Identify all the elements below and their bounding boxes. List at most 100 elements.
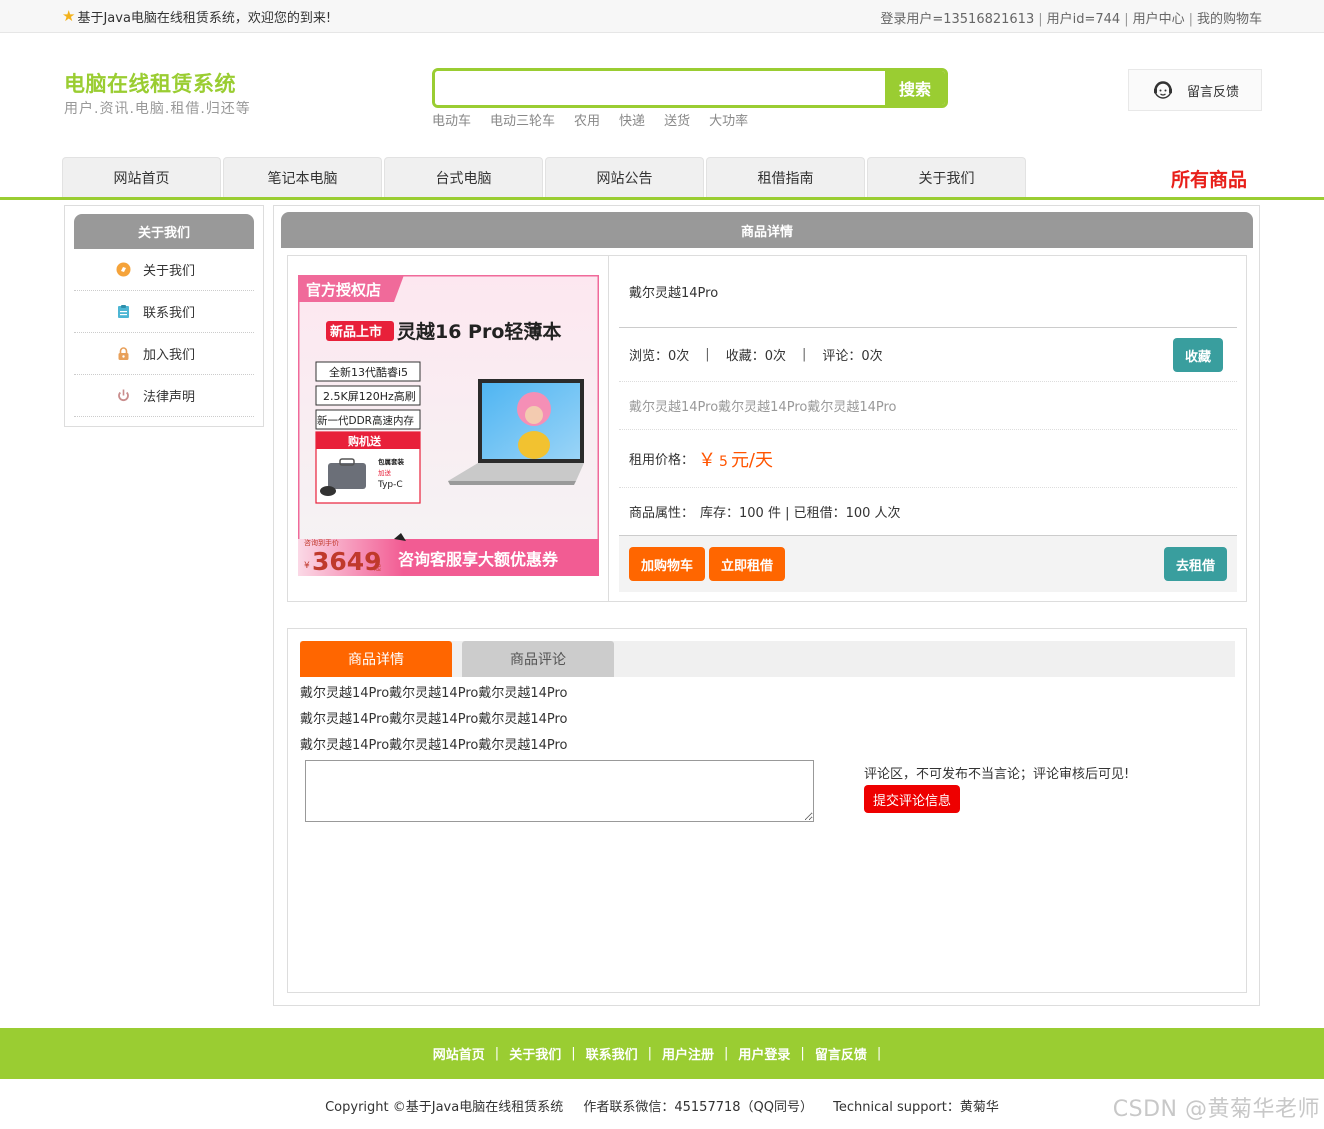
image-gift-text: 加送 bbox=[378, 468, 392, 477]
product-actions-row: 加购物车 立即租借 去租借 bbox=[619, 536, 1237, 592]
hot-tag[interactable]: 农用 bbox=[574, 110, 600, 129]
submit-comment-button[interactable]: 提交评论信息 bbox=[864, 785, 961, 813]
search-button[interactable]: 搜索 bbox=[885, 71, 945, 105]
all-goods-link[interactable]: 所有商品 bbox=[1171, 165, 1247, 192]
main-panel: 商品详情 官方授权店 新品上市 灵越16 Pro轻薄本 全新13代酷睿i5 2.… bbox=[273, 205, 1260, 1006]
detail-line: 戴尔灵越14Pro戴尔灵越14Pro戴尔灵越14Pro bbox=[300, 712, 568, 727]
lock-icon bbox=[116, 346, 131, 361]
sidebar-item-label: 法律声明 bbox=[143, 390, 196, 405]
views-label: 浏览： bbox=[629, 349, 669, 364]
copyright-text: Copyright ©基于Java电脑在线租赁系统 bbox=[325, 1100, 564, 1115]
image-gift-title: 购机送 bbox=[348, 434, 382, 448]
author-contact: 作者联系微信：45157718（QQ同号） bbox=[583, 1100, 813, 1115]
my-cart-link[interactable]: 我的购物车 bbox=[1197, 12, 1262, 27]
feedback-button[interactable]: 留言反馈 bbox=[1128, 69, 1262, 111]
image-spec: 全新13代酷睿i5 bbox=[329, 365, 408, 379]
detail-line: 戴尔灵越14Pro戴尔灵越14Pro戴尔灵越14Pro bbox=[300, 686, 568, 701]
user-links: 登录用户=13516821613 | 用户id=744 | 用户中心 | 我的购物车 bbox=[880, 12, 1262, 27]
welcome-message: ★ 基于Java电脑在线租赁系统，欢迎您的到来! bbox=[62, 7, 332, 27]
customer-service-icon bbox=[1154, 81, 1172, 99]
tabs-box: 商品详情 商品评论 戴尔灵越14Pro戴尔灵越14Pro戴尔灵越14Pro 戴尔… bbox=[287, 628, 1247, 993]
hot-search-tags: 电动车 电动三轮车 农用 快递 送货 大功率 bbox=[432, 110, 748, 129]
hot-tag[interactable]: 电动车 bbox=[432, 110, 471, 129]
comment-note: 评论区，不可发布不当言论；评论审核后可见! bbox=[864, 767, 1130, 782]
nav-home[interactable]: 网站首页 bbox=[62, 157, 221, 197]
product-info: 戴尔灵越14Pro 浏览： 0次 | 收藏： 0次 | 评论： 0次 收藏 戴尔灵越1… bbox=[619, 256, 1237, 592]
footer-link-register[interactable]: 用户注册 bbox=[662, 1044, 714, 1063]
user-center-link[interactable]: 用户中心 bbox=[1133, 12, 1185, 27]
sidebar-item-about[interactable]: 关于我们 bbox=[74, 249, 254, 291]
tab-product-comments[interactable]: 商品评论 bbox=[462, 641, 614, 677]
product-box: 官方授权店 新品上市 灵越16 Pro轻薄本 全新13代酷睿i5 2.5K屏12… bbox=[287, 255, 1247, 602]
tabs-bar: 商品详情 商品评论 bbox=[300, 641, 1235, 677]
price-currency: ￥ bbox=[698, 449, 717, 471]
attr-label: 商品属性： bbox=[629, 506, 695, 521]
sidebar-item-label: 关于我们 bbox=[143, 264, 196, 279]
welcome-text: 基于Java电脑在线租赁系统，欢迎您的到来! bbox=[77, 11, 332, 26]
image-badge-text: 官方授权店 bbox=[306, 281, 381, 299]
feedback-label: 留言反馈 bbox=[1187, 84, 1240, 100]
views-count: 0次 bbox=[668, 349, 690, 364]
hot-tag[interactable]: 快递 bbox=[619, 110, 645, 129]
sidebar-title: 关于我们 bbox=[74, 214, 254, 249]
sidebar-item-label: 加入我们 bbox=[143, 348, 196, 363]
sidebar: 关于我们 关于我们 联系我们 加入我们 法律声明 bbox=[64, 205, 264, 427]
hot-tag[interactable]: 送货 bbox=[664, 110, 690, 129]
footer-link-contact[interactable]: 联系我们 bbox=[586, 1044, 638, 1063]
image-price-currency: ¥ bbox=[304, 561, 310, 571]
price-number: 5 bbox=[719, 453, 728, 470]
footer-link-feedback[interactable]: 留言反馈 bbox=[815, 1044, 867, 1063]
image-gift-text: 包属套装 bbox=[378, 457, 405, 466]
footer-links: 网站首页 | 关于我们 | 联系我们 | 用户注册 | 用户登录 | 留言反馈 | bbox=[0, 1028, 1324, 1079]
favs-count: 0次 bbox=[764, 349, 786, 364]
top-bar: ★ 基于Java电脑在线租赁系统，欢迎您的到来! 登录用户=1351682161… bbox=[0, 0, 1324, 33]
image-price: 3649 bbox=[312, 547, 382, 576]
footer-link-home[interactable]: 网站首页 bbox=[433, 1044, 485, 1063]
sidebar-item-contact[interactable]: 联系我们 bbox=[74, 291, 254, 333]
search-input[interactable] bbox=[435, 71, 885, 105]
detail-content: 戴尔灵越14Pro戴尔灵越14Pro戴尔灵越14Pro 戴尔灵越14Pro戴尔灵… bbox=[300, 681, 568, 759]
hot-tag[interactable]: 电动三轮车 bbox=[490, 110, 555, 129]
search-box: 搜索 bbox=[432, 68, 948, 108]
nav-divider bbox=[0, 197, 1324, 200]
product-image[interactable]: 官方授权店 新品上市 灵越16 Pro轻薄本 全新13代酷睿i5 2.5K屏12… bbox=[298, 275, 599, 576]
add-to-cart-button[interactable]: 加购物车 bbox=[629, 547, 706, 581]
price-unit: 元/天 bbox=[730, 449, 774, 471]
comment-textarea[interactable] bbox=[305, 760, 814, 822]
price-label: 租用价格： bbox=[629, 453, 695, 468]
footer-link-about[interactable]: 关于我们 bbox=[509, 1044, 561, 1063]
about-icon bbox=[116, 262, 131, 277]
nav-rental-guide[interactable]: 租借指南 bbox=[706, 157, 865, 197]
product-name: 戴尔灵越14Pro bbox=[629, 286, 719, 301]
sidebar-item-join[interactable]: 加入我们 bbox=[74, 333, 254, 375]
tech-support: Technical support：黄菊华 bbox=[833, 1100, 999, 1115]
user-id-label: 用户id=744 bbox=[1046, 12, 1121, 27]
star-icon: ★ bbox=[62, 7, 76, 25]
nav-laptops[interactable]: 笔记本电脑 bbox=[223, 157, 382, 197]
image-headline: 灵越16 Pro轻薄本 bbox=[397, 320, 561, 343]
image-gift-text: Typ-C bbox=[377, 480, 403, 490]
go-rent-button[interactable]: 去租借 bbox=[1163, 547, 1227, 581]
image-spec: 2.5K屏120Hz高刷 bbox=[323, 389, 416, 403]
favorite-button[interactable]: 收藏 bbox=[1172, 338, 1223, 372]
rent-now-button[interactable]: 立即租借 bbox=[709, 547, 786, 581]
login-user-label: 登录用户=13516821613 bbox=[880, 12, 1035, 27]
product-description: 戴尔灵越14Pro戴尔灵越14Pro戴尔灵越14Pro bbox=[629, 400, 897, 415]
hot-tag[interactable]: 大功率 bbox=[709, 110, 748, 129]
site-logo-subtitle: 用户.资讯.电脑.租借.归还等 bbox=[64, 101, 251, 117]
nav-desktops[interactable]: 台式电脑 bbox=[384, 157, 543, 197]
nav-about[interactable]: 关于我们 bbox=[867, 157, 1026, 197]
clipboard-icon bbox=[116, 304, 131, 319]
footer-link-login[interactable]: 用户登录 bbox=[738, 1044, 790, 1063]
product-stats-row: 浏览： 0次 | 收藏： 0次 | 评论： 0次 收藏 bbox=[619, 328, 1237, 382]
image-spec: 新一代DDR高速内存 bbox=[317, 414, 414, 427]
price-value: ￥ 5 元/天 bbox=[698, 446, 773, 472]
product-divider bbox=[608, 256, 609, 601]
nav-announcements[interactable]: 网站公告 bbox=[545, 157, 704, 197]
product-desc-row: 戴尔灵越14Pro戴尔灵越14Pro戴尔灵越14Pro bbox=[619, 382, 1237, 430]
site-logo-title[interactable]: 电脑在线租赁系统 bbox=[64, 68, 236, 98]
image-coupon: 咨询客服享大额优惠券 bbox=[398, 550, 559, 569]
product-attr-row: 商品属性： 库存：100 件 | 已租借：100 人次 bbox=[619, 488, 1237, 536]
tab-product-detail[interactable]: 商品详情 bbox=[300, 641, 452, 677]
sidebar-item-legal[interactable]: 法律声明 bbox=[74, 375, 254, 417]
